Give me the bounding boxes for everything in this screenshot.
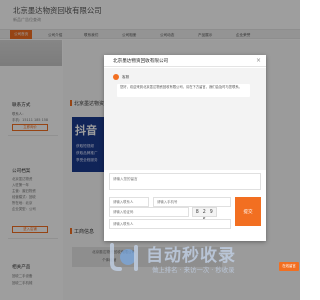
online-message-badge[interactable]: 在线留言: [279, 262, 299, 271]
extra-field[interactable]: [109, 219, 231, 229]
close-icon[interactable]: ×: [256, 57, 261, 64]
dialog-header: 北京墨达物资回收有限公司 ×: [104, 55, 266, 67]
message-input[interactable]: [109, 173, 261, 190]
chat-area: 客服 您好，欢迎来到北京墨达物资回收有限公司，请在下方留言，我们会及时与您联系。: [104, 68, 266, 170]
agent-avatar: [113, 74, 119, 80]
name-field[interactable]: [109, 197, 149, 207]
greeting-bubble: 您好，欢迎来到北京墨达物资回收有限公司，请在下方留言，我们会及时与您联系。: [117, 84, 250, 97]
greeting-text: 您好，欢迎来到北京墨达物资回收有限公司，请在下方留言，我们会及时与您联系。: [120, 85, 242, 89]
message-dialog: 北京墨达物资回收有限公司 × 客服 您好，欢迎来到北京墨达物资回收有限公司，请在…: [104, 55, 266, 241]
submit-button[interactable]: 提交: [235, 197, 261, 226]
watermark-tagline: 做上排名 · 来访一次 · 秒收录: [152, 266, 235, 274]
watermark-logo-icon: [110, 243, 138, 271]
captcha-input[interactable]: [109, 207, 189, 217]
dialog-title: 北京墨达物资回收有限公司: [113, 59, 169, 64]
phone-field[interactable]: [153, 197, 231, 207]
watermark-title: 自动秒收录: [146, 246, 236, 266]
captcha-image[interactable]: 8 2 9 6: [192, 207, 217, 223]
agent-name: 客服: [122, 75, 130, 79]
watermark: 自动秒收录 做上排名 · 来访一次 · 秒收录: [106, 241, 282, 287]
